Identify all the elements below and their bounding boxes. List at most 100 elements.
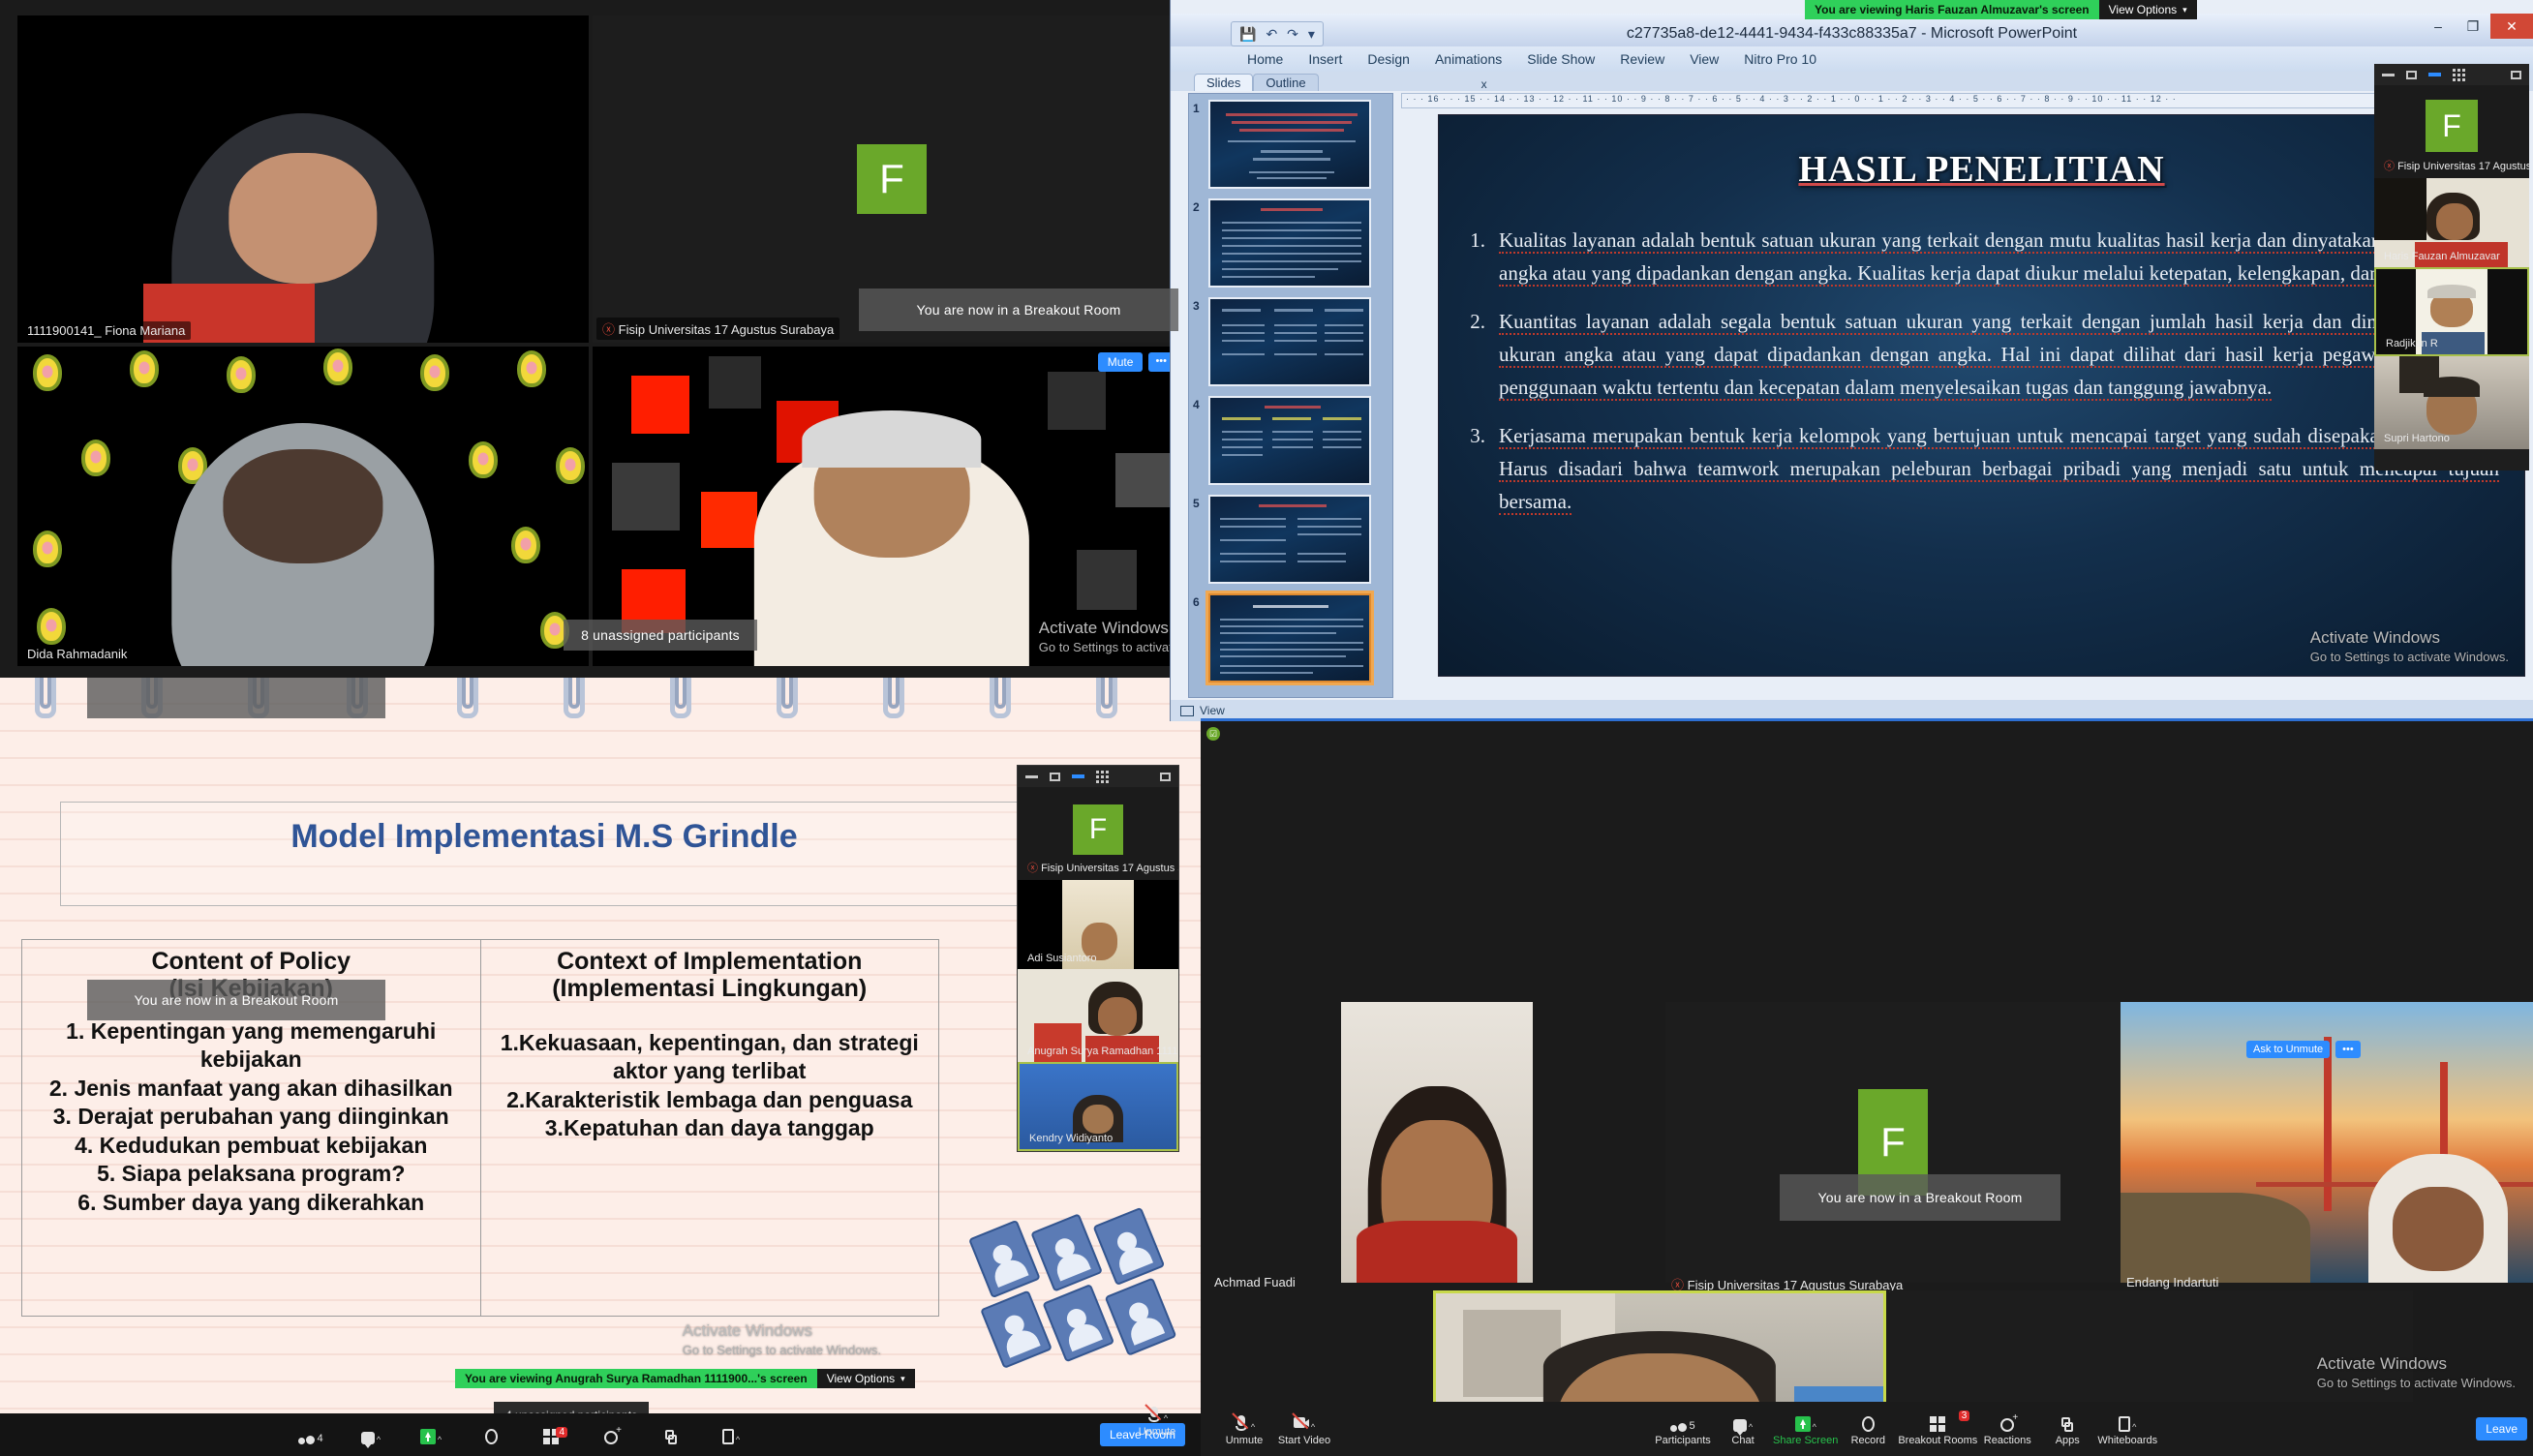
toolbar-share-screen-button[interactable]: ^: [401, 1425, 461, 1444]
mute-button[interactable]: Mute: [1097, 352, 1144, 372]
list-item: 2. Jenis manfaat yang akan dihasilkan: [48, 1075, 453, 1101]
ask-to-unmute-button[interactable]: Ask to Unmute: [2246, 1041, 2331, 1058]
ribbon-tab-review[interactable]: Review: [1607, 49, 1677, 69]
tile-anugrah[interactable]: Anugrah Surya Ramadhan 1111900...: [1018, 969, 1178, 1062]
toolbar-whiteboards-button[interactable]: ^ Whiteboards: [2097, 1412, 2157, 1446]
toolbar-label: Apps: [2055, 1434, 2080, 1446]
ribbon-tab-animations[interactable]: Animations: [1422, 49, 1514, 69]
ribbon-tab-nitro-pro[interactable]: Nitro Pro 10: [1731, 49, 1829, 69]
toolbar-unmute-button[interactable]: ^ Unmute: [1214, 1411, 1274, 1446]
close-button[interactable]: ✕: [2490, 14, 2533, 39]
toolbar-apps-button[interactable]: Apps: [2037, 1412, 2097, 1446]
close-panel-icon[interactable]: x: [1481, 77, 1487, 91]
thumbnail-row[interactable]: 4: [1193, 396, 1387, 485]
current-slide[interactable]: HASIL PENELITIAN 1. Kualitas layanan ada…: [1438, 114, 2525, 677]
slide-editing-stage[interactable]: HASIL PENELITIAN 1. Kualitas layanan ada…: [1438, 114, 2525, 677]
slide-thumbnail-5[interactable]: [1208, 495, 1371, 584]
item-number: 2.: [1470, 310, 1485, 334]
slide-thumbnail-4[interactable]: [1208, 396, 1371, 485]
toolbar-unmute-button[interactable]: ^ Unmute: [1115, 1404, 1199, 1438]
slide-thumbnail-panel[interactable]: 1 2 3 4 5 6: [1188, 93, 1393, 698]
zoom-shield-icon: ☑: [1206, 727, 1220, 741]
zoom-window-top-left: 1111900141_ Fiona Mariana F ⓧ Fisip Univ…: [0, 0, 1197, 678]
video-tile-achmad[interactable]: [1341, 1002, 1533, 1283]
maximize-icon[interactable]: [1050, 772, 1060, 781]
thumbnail-row[interactable]: 1: [1193, 100, 1387, 189]
ribbon-tab-design[interactable]: Design: [1355, 49, 1422, 69]
speaker-view-icon[interactable]: [2428, 73, 2441, 76]
slide-thumbnail-6[interactable]: [1208, 593, 1371, 682]
popout-icon[interactable]: [1160, 772, 1171, 781]
toolbar-record-button[interactable]: [461, 1425, 521, 1444]
ribbon-tab-insert[interactable]: Insert: [1296, 49, 1355, 69]
more-options-button[interactable]: •••: [2335, 1041, 2361, 1058]
tile-radjikan[interactable]: Radjikan R: [2374, 267, 2529, 356]
restore-button[interactable]: ❐: [2456, 14, 2490, 39]
slide-number: 5: [1193, 497, 1200, 510]
customize-qat-icon[interactable]: ▾: [1308, 26, 1315, 43]
item-number: 3.: [1470, 424, 1485, 448]
screen-share-banner: You are viewing Anugrah Surya Ramadhan 1…: [455, 1369, 915, 1388]
gallery-view-icon[interactable]: [1096, 770, 1109, 783]
thumbnail-row[interactable]: 6: [1193, 593, 1387, 682]
slide-thumbnail-2[interactable]: [1208, 198, 1371, 288]
undo-icon[interactable]: ↶: [1266, 26, 1277, 43]
column-header-en: Context of Implementation: [557, 948, 863, 975]
toolbar-participants-button[interactable]: 4: [281, 1425, 341, 1444]
toolbar-reactions-button[interactable]: [581, 1425, 641, 1444]
ribbon-tab-home[interactable]: Home: [1235, 49, 1296, 69]
slide-list-item: 2. Kuantitas layanan adalah segala bentu…: [1464, 305, 2499, 404]
leave-button[interactable]: Leave: [2476, 1417, 2527, 1441]
tile-avatar[interactable]: F ⓧ Fisip Universitas 17 Agustus Sur...: [1018, 787, 1178, 880]
toolbar-record-button[interactable]: Record: [1838, 1412, 1898, 1446]
toolbar-apps-button[interactable]: [641, 1425, 701, 1444]
thumbnail-row[interactable]: 5: [1193, 495, 1387, 584]
toolbar-whiteboards-button[interactable]: ^: [701, 1425, 761, 1444]
popout-icon[interactable]: [2511, 70, 2521, 79]
video-tile-dida[interactable]: Dida Rahmadanik: [17, 347, 589, 666]
ribbon-tab-slide-show[interactable]: Slide Show: [1514, 49, 1607, 69]
redo-icon[interactable]: ↷: [1287, 26, 1298, 43]
quick-access-toolbar[interactable]: 💾 ↶ ↷ ▾: [1231, 21, 1324, 46]
slide-thumbnail-3[interactable]: [1208, 297, 1371, 386]
tab-outline[interactable]: Outline: [1253, 74, 1319, 91]
participant-name: Radjikan R: [2386, 338, 2438, 349]
toolbar-reactions-button[interactable]: Reactions: [1977, 1412, 2037, 1446]
video-tile-fisip[interactable]: F: [1665, 1002, 2121, 1283]
toolbar-share-screen-button[interactable]: ^ Share Screen: [1773, 1412, 1838, 1446]
tile-avatar[interactable]: F ⓧ Fisip Universitas 17 Agustus Sur...: [2374, 85, 2529, 178]
thumbnail-row[interactable]: 3: [1193, 297, 1387, 386]
minimize-icon[interactable]: [1025, 774, 1038, 778]
toolbar-breakout-rooms-button[interactable]: 3 Breakout Rooms: [1898, 1410, 1977, 1446]
maximize-icon[interactable]: [2406, 70, 2417, 79]
view-options-button[interactable]: View Options ▾: [2098, 0, 2197, 19]
item-text: Kerjasama merupakan bentuk kerja kelompo…: [1499, 424, 2499, 516]
slide-number: 4: [1193, 398, 1200, 411]
gallery-view-icon[interactable]: [2453, 68, 2465, 81]
toolbar-start-video-button[interactable]: ^ Start Video: [1274, 1411, 1334, 1446]
toolbar-label: Reactions: [1983, 1434, 2031, 1446]
thumbnail-row[interactable]: 2: [1193, 198, 1387, 288]
toolbar-breakout-rooms-button[interactable]: 4: [521, 1425, 581, 1444]
save-icon[interactable]: 💾: [1239, 26, 1256, 43]
tab-slides[interactable]: Slides: [1194, 74, 1254, 91]
viewing-screen-label: You are viewing Anugrah Surya Ramadhan 1…: [455, 1369, 817, 1388]
participant-name: Achmad Fuadi: [1214, 1275, 1296, 1289]
participants-count: 5: [1689, 1419, 1695, 1432]
toolbar-chat-button[interactable]: ^ Chat: [1713, 1412, 1773, 1446]
slide-thumbnail-1[interactable]: [1208, 100, 1371, 189]
video-tile-radjikan[interactable]: Mute •••: [593, 347, 1191, 666]
minimize-button[interactable]: –: [2421, 14, 2456, 39]
minimize-icon[interactable]: [2382, 73, 2395, 76]
video-tile-fiona[interactable]: 1111900141_ Fiona Mariana: [17, 15, 589, 343]
participant-name: Supri Hartono: [2384, 433, 2450, 444]
toolbar-participants-button[interactable]: 5 Participants: [1653, 1412, 1713, 1446]
toolbar-chat-button[interactable]: ^: [341, 1425, 401, 1448]
tile-adi[interactable]: Adi Susiantoro: [1018, 880, 1178, 969]
tile-haris[interactable]: Haris Fauzan Almuzavar: [2374, 178, 2529, 267]
tile-supri[interactable]: Supri Hartono: [2374, 356, 2529, 449]
speaker-view-icon[interactable]: [1072, 774, 1084, 778]
ribbon-tab-view[interactable]: View: [1677, 49, 1731, 69]
tile-kendry[interactable]: Kendry Widiyanto: [1018, 1062, 1178, 1151]
view-options-button[interactable]: View Options ▾: [816, 1369, 915, 1388]
